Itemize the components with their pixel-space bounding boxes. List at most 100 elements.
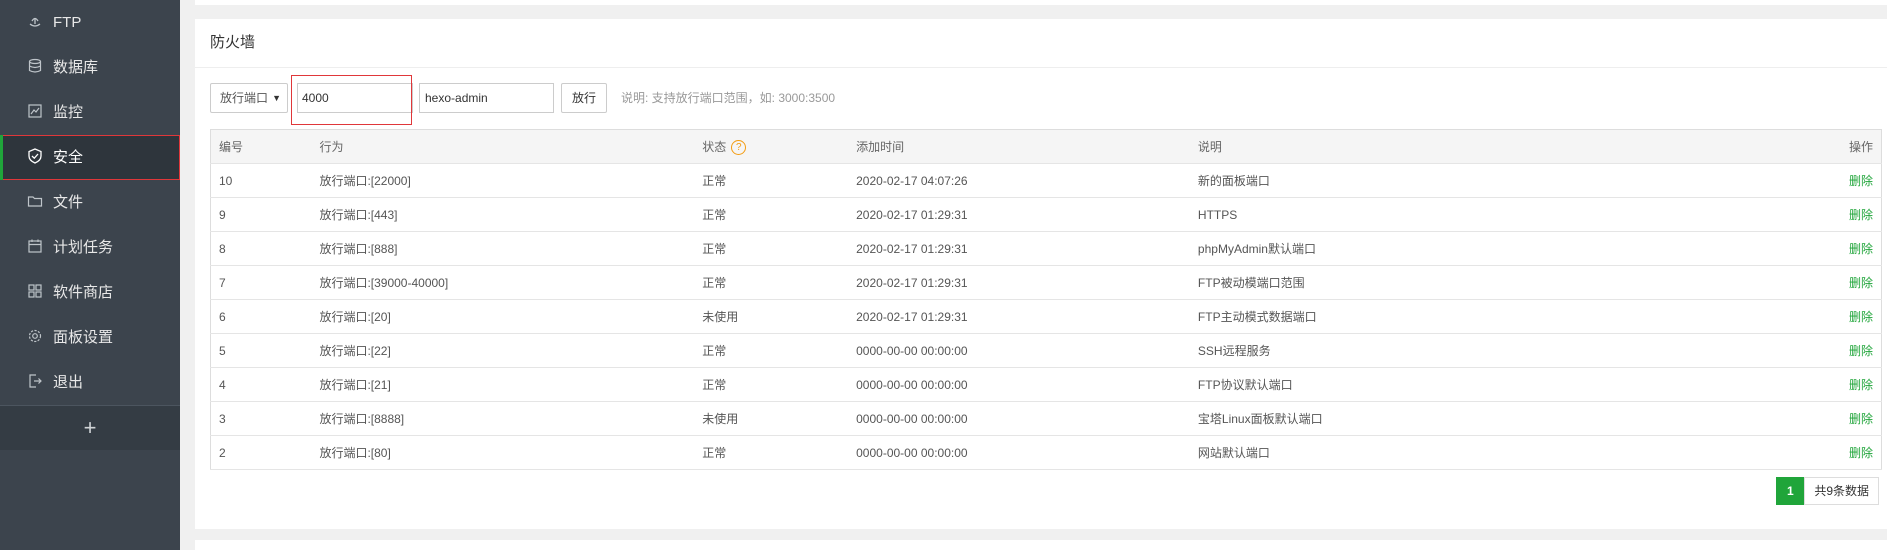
cell-op: 删除 — [1809, 265, 1882, 300]
cell-id: 4 — [210, 367, 312, 402]
cell-op: 删除 — [1809, 367, 1882, 402]
cell-note: SSH远程服务 — [1189, 333, 1810, 368]
firewall-panel: 防火墙 放行端口 ▼ 4000 hexo-admin 放行 说明: 支持放行端口… — [195, 19, 1887, 529]
cell-id: 9 — [210, 197, 312, 232]
cell-op: 删除 — [1809, 231, 1882, 266]
cell-op: 删除 — [1809, 435, 1882, 470]
sidebar-item-monitor[interactable]: 监控 — [0, 90, 180, 135]
cell-status: 正常 — [694, 435, 849, 470]
folder-icon — [26, 192, 44, 210]
table-row: 8 放行端口:[888] 正常 2020-02-17 01:29:31 phpM… — [210, 231, 1882, 266]
cell-time: 2020-02-17 01:29:31 — [848, 231, 1190, 266]
delete-link[interactable]: 删除 — [1849, 208, 1873, 222]
cell-status: 未使用 — [694, 401, 849, 436]
cell-note: phpMyAdmin默认端口 — [1189, 231, 1810, 266]
col-time: 添加时间 — [848, 129, 1190, 164]
sidebar-item-label: 软件商店 — [53, 284, 114, 301]
calendar-icon — [26, 237, 44, 255]
cell-action: 放行端口:[443] — [311, 197, 695, 232]
cell-id: 8 — [210, 231, 312, 266]
cell-action: 放行端口:[39000-40000] — [311, 265, 695, 300]
cell-action: 放行端口:[22000] — [311, 163, 695, 198]
sidebar-menu: FTP 数据库 监控 安全 文件 计划任务 软件商店 面板设置 退出 — [0, 0, 180, 405]
cell-op: 删除 — [1809, 299, 1882, 334]
sidebar-item-logout[interactable]: 退出 — [0, 360, 180, 405]
cell-op: 删除 — [1809, 163, 1882, 198]
sidebar-item-label: 退出 — [53, 374, 84, 391]
cell-op: 删除 — [1809, 401, 1882, 436]
sidebar-item-files[interactable]: 文件 — [0, 180, 180, 225]
allow-button[interactable]: 放行 — [561, 83, 607, 113]
firewall-table: 编号 行为 状态? 添加时间 说明 操作 10 放行端口:[22000] 正常 … — [210, 129, 1882, 470]
table-row: 7 放行端口:[39000-40000] 正常 2020-02-17 01:29… — [210, 265, 1882, 300]
cell-action: 放行端口:[80] — [311, 435, 695, 470]
cell-action: 放行端口:[888] — [311, 231, 695, 266]
note-input[interactable]: hexo-admin — [419, 83, 554, 113]
cell-note: FTP协议默认端口 — [1189, 367, 1810, 402]
delete-link[interactable]: 删除 — [1849, 276, 1873, 290]
table-row: 4 放行端口:[21] 正常 0000-00-00 00:00:00 FTP协议… — [210, 367, 1882, 402]
col-status-label: 状态 — [702, 139, 727, 154]
cell-status: 正常 — [694, 197, 849, 232]
cell-note: 网站默认端口 — [1189, 435, 1810, 470]
monitor-icon — [26, 102, 44, 120]
caret-down-icon: ▼ — [272, 93, 281, 103]
table-row: 2 放行端口:[80] 正常 0000-00-00 00:00:00 网站默认端… — [210, 435, 1882, 470]
cell-note: 新的面板端口 — [1189, 163, 1810, 198]
delete-link[interactable]: 删除 — [1849, 344, 1873, 358]
sidebar-item-security[interactable]: 安全 — [0, 135, 180, 180]
sidebar-item-label: 数据库 — [53, 59, 99, 76]
logout-icon — [26, 372, 44, 390]
main-content: 防火墙 放行端口 ▼ 4000 hexo-admin 放行 说明: 支持放行端口… — [180, 0, 1887, 550]
shield-icon — [26, 147, 44, 165]
delete-link[interactable]: 删除 — [1849, 378, 1873, 392]
sidebar-item-database[interactable]: 数据库 — [0, 45, 180, 90]
grid-icon — [26, 282, 44, 300]
rule-type-value: 放行端口 — [220, 91, 269, 105]
sidebar-item-store[interactable]: 软件商店 — [0, 270, 180, 315]
table-row: 9 放行端口:[443] 正常 2020-02-17 01:29:31 HTTP… — [210, 197, 1882, 232]
sidebar-item-settings[interactable]: 面板设置 — [0, 315, 180, 360]
cell-note: 宝塔Linux面板默认端口 — [1189, 401, 1810, 436]
delete-link[interactable]: 删除 — [1849, 412, 1873, 426]
port-input[interactable]: 4000 — [297, 83, 413, 113]
ftp-icon — [26, 12, 44, 30]
table-row: 3 放行端口:[8888] 未使用 0000-00-00 00:00:00 宝塔… — [210, 401, 1882, 436]
cell-op: 删除 — [1809, 197, 1882, 232]
sidebar-item-label: 计划任务 — [53, 239, 114, 256]
delete-link[interactable]: 删除 — [1849, 242, 1873, 256]
add-menu-button[interactable]: + — [0, 406, 180, 450]
cell-id: 10 — [210, 163, 312, 198]
help-icon[interactable]: ? — [731, 140, 747, 156]
delete-link[interactable]: 删除 — [1849, 174, 1873, 188]
delete-link[interactable]: 删除 — [1849, 310, 1873, 324]
rule-type-select[interactable]: 放行端口 ▼ — [210, 83, 288, 113]
cell-id: 6 — [210, 299, 312, 334]
cell-note: FTP主动模式数据端口 — [1189, 299, 1810, 334]
table-row: 6 放行端口:[20] 未使用 2020-02-17 01:29:31 FTP主… — [210, 299, 1882, 334]
cell-action: 放行端口:[20] — [311, 299, 695, 334]
page-current[interactable]: 1 — [1776, 477, 1805, 505]
cell-time: 0000-00-00 00:00:00 — [848, 367, 1190, 402]
cell-time: 2020-02-17 01:29:31 — [848, 197, 1190, 232]
col-id: 编号 — [210, 129, 312, 164]
cell-action: 放行端口:[22] — [311, 333, 695, 368]
sidebar-item-label: 面板设置 — [53, 329, 114, 346]
cell-id: 7 — [210, 265, 312, 300]
delete-link[interactable]: 删除 — [1849, 446, 1873, 460]
page-total: 共9条数据 — [1804, 477, 1879, 505]
cell-time: 2020-02-17 01:29:31 — [848, 299, 1190, 334]
cell-time: 2020-02-17 01:29:31 — [848, 265, 1190, 300]
sidebar-item-ftp[interactable]: FTP — [0, 0, 180, 45]
sidebar-item-label: FTP — [53, 14, 82, 31]
table-header: 编号 行为 状态? 添加时间 说明 操作 — [210, 129, 1882, 164]
cell-status: 正常 — [694, 163, 849, 198]
sidebar-item-label: 安全 — [53, 149, 84, 166]
col-note: 说明 — [1189, 129, 1810, 164]
table-row: 5 放行端口:[22] 正常 0000-00-00 00:00:00 SSH远程… — [210, 333, 1882, 368]
cell-id: 5 — [210, 333, 312, 368]
cell-time: 0000-00-00 00:00:00 — [848, 435, 1190, 470]
sidebar-item-cron[interactable]: 计划任务 — [0, 225, 180, 270]
database-icon — [26, 57, 44, 75]
cell-time: 0000-00-00 00:00:00 — [848, 333, 1190, 368]
